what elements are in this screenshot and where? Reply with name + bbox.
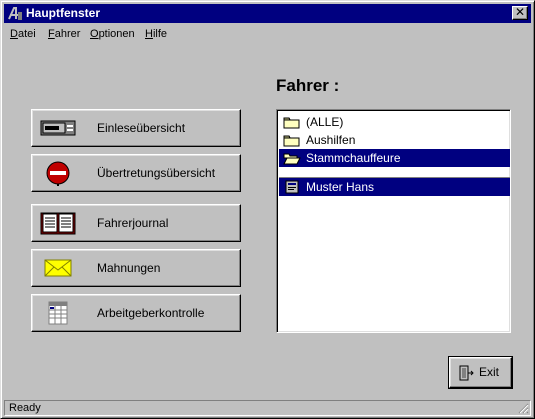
group-alle[interactable]: (ALLE) — [279, 113, 510, 131]
group-label: Aushilfen — [306, 133, 356, 147]
title-bar[interactable]: Hauptfenster ✕ — [4, 4, 531, 23]
status-text: Ready — [9, 402, 41, 414]
menu-optionen[interactable]: Optionen — [90, 27, 135, 41]
no-entry-icon — [46, 161, 70, 186]
uebertretungsuebersicht-button[interactable]: Übertretungsübersicht — [31, 154, 241, 192]
exit-button[interactable]: Exit — [449, 357, 512, 388]
menu-bar: Datei Fahrer Optionen Hilfe — [4, 25, 531, 43]
menu-fahrer[interactable]: Fahrer — [48, 27, 80, 41]
group-label: (ALLE) — [306, 115, 344, 129]
spreadsheet-icon — [48, 301, 68, 325]
drivers-tree[interactable]: (ALLE) Aushilfen Stammchauffeure Muster … — [276, 109, 511, 333]
group-label: Stammchauffeure — [306, 151, 401, 165]
driver-card-icon — [285, 180, 299, 194]
driver-label: Muster Hans — [306, 180, 375, 194]
exit-door-icon — [459, 365, 474, 381]
einleseuebersicht-label: Einleseübersicht — [97, 121, 186, 135]
close-icon: ✕ — [514, 5, 526, 19]
open-book-icon — [40, 212, 76, 235]
uebertretungsuebersicht-label: Übertretungsübersicht — [97, 166, 216, 180]
mahnungen-label: Mahnungen — [97, 261, 161, 275]
app-icon — [8, 7, 22, 20]
arbeitgeberkontrolle-button[interactable]: Arbeitgeberkontrolle — [31, 294, 241, 332]
menu-hilfe[interactable]: Hilfe — [145, 27, 167, 41]
folder-icon — [283, 117, 300, 129]
window-title: Hauptfenster — [26, 6, 101, 20]
fahrerjournal-label: Fahrerjournal — [97, 216, 169, 230]
close-button[interactable]: ✕ — [512, 6, 528, 20]
drivers-heading: Fahrer : — [276, 76, 340, 95]
envelope-icon — [44, 259, 72, 277]
open-folder-icon — [283, 153, 301, 165]
mahnungen-button[interactable]: Mahnungen — [31, 249, 241, 287]
group-stammchauffeure[interactable]: Stammchauffeure — [279, 149, 510, 167]
menu-datei[interactable]: Datei — [10, 27, 36, 41]
main-window: Hauptfenster ✕ Datei Fahrer Optionen Hil… — [0, 0, 535, 419]
card-reader-icon — [40, 120, 76, 136]
folder-icon — [283, 135, 300, 147]
fahrerjournal-button[interactable]: Fahrerjournal — [31, 204, 241, 242]
einleseuebersicht-button[interactable]: Einleseübersicht — [31, 109, 241, 147]
status-bar: Ready — [4, 400, 531, 416]
exit-label: Exit — [479, 365, 500, 379]
resize-grip-icon[interactable] — [517, 402, 529, 414]
driver-muster-hans[interactable]: Muster Hans — [279, 178, 510, 196]
group-aushilfen[interactable]: Aushilfen — [279, 131, 510, 149]
arbeitgeberkontrolle-label: Arbeitgeberkontrolle — [97, 306, 205, 320]
